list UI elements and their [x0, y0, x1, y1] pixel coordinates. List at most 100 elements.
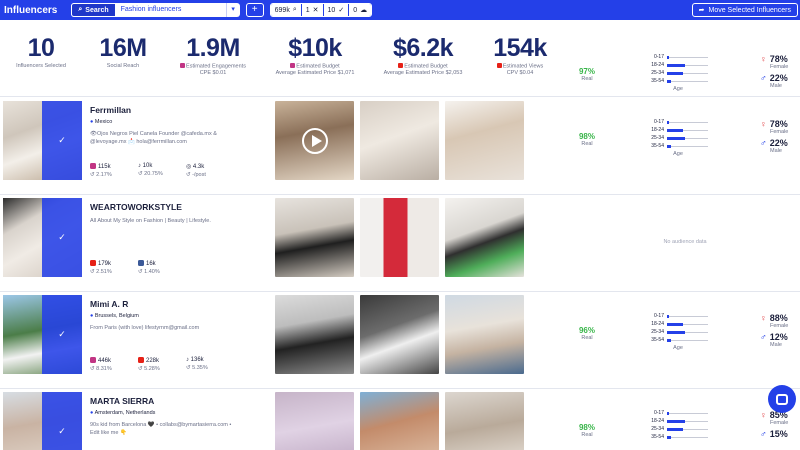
- stat-views: 154k Estimated Views CPV $0.04: [493, 34, 547, 76]
- female-icon: ♀: [760, 54, 767, 64]
- post-thumbnail[interactable]: [445, 101, 524, 180]
- age-distribution: 0-17 18-24 25-34 35-54: [648, 409, 708, 441]
- cloud-count[interactable]: 0 ☁: [349, 4, 372, 16]
- real-audience: 96% Real: [578, 326, 595, 341]
- chat-button[interactable]: [768, 385, 796, 413]
- male-icon: ♂: [760, 332, 767, 342]
- stat-engagements: 1.9M Estimated Engagements CPE $0.01: [172, 35, 254, 76]
- influencer-row[interactable]: ✓ WEARTOWORKSTYLE All About My Style on …: [0, 195, 800, 292]
- location: ● Brussels, Belgium: [90, 313, 139, 319]
- instagram-icon: [290, 63, 296, 68]
- instagram-icon: [90, 357, 96, 363]
- engagement-icon: ↺: [138, 171, 143, 177]
- age-fill: [667, 63, 686, 67]
- avatar[interactable]: ✓: [3, 295, 82, 374]
- selected-check-icon[interactable]: ✓: [42, 295, 82, 374]
- chat-icon: [776, 393, 788, 405]
- engagement-icon: ↺: [90, 172, 95, 178]
- avatar[interactable]: ✓: [3, 392, 82, 450]
- age-fill: [667, 128, 684, 132]
- age-fill: [667, 71, 684, 75]
- social-metrics: 446k ↺ 8.31% 228k ↺ 5.28% ♪ 136k ↺ 5.35%: [90, 357, 234, 372]
- age-distribution: 0-17 18-24 25-34 35-54 Age: [648, 53, 708, 92]
- search-icon: ⌕: [292, 6, 297, 13]
- age-fill: [667, 419, 686, 423]
- post-thumbnail[interactable]: [275, 198, 354, 277]
- metric-facebook: 16k ↺ 1.40%: [138, 260, 160, 275]
- influencer-name[interactable]: Ferrmillan: [90, 105, 131, 115]
- influencer-row[interactable]: ✓ Mimi A. R ● Brussels, Belgium From Par…: [0, 292, 800, 389]
- age-fill: [667, 136, 686, 140]
- stat-budget-instagram: $10k Estimated Budget Average Estimated …: [275, 34, 355, 76]
- bio: 90s kid from Barcelona 🖤 • collabs@bymar…: [90, 422, 232, 436]
- post-thumbnail-video[interactable]: [275, 101, 354, 180]
- engagement-icon: ↺: [186, 365, 191, 371]
- stat-reach: 16M Social Reach: [99, 34, 147, 69]
- real-audience: 98% Real: [578, 132, 595, 147]
- social-metrics: 115k ↺ 2.17% ♪ 10k ↺ 20.75% ◎ 4.3k ↺ -/post: [90, 163, 234, 178]
- gender-split: ♀ 88% Female ♂ 12% Male: [760, 313, 789, 348]
- selected-count[interactable]: 1 ✕: [301, 4, 324, 16]
- youtube-icon: [398, 63, 404, 68]
- post-thumbnail[interactable]: [360, 101, 439, 180]
- close-icon: ✕: [312, 7, 319, 14]
- age-fill: [667, 435, 672, 439]
- selected-check-icon[interactable]: ✓: [42, 101, 82, 180]
- age-fill: [667, 338, 672, 342]
- age-fill: [667, 120, 670, 124]
- age-fill: [667, 314, 670, 318]
- instagram-icon: [180, 63, 186, 68]
- avatar[interactable]: ✓: [3, 198, 82, 277]
- engagement-icon: ↺: [138, 269, 143, 275]
- search-input[interactable]: Fashion influencers: [116, 3, 226, 17]
- add-search-button[interactable]: +: [245, 3, 264, 17]
- app-title: Influencers: [4, 4, 58, 16]
- move-selected-button[interactable]: ➦ Move Selected Influencers: [691, 3, 798, 17]
- selected-check-icon[interactable]: ✓: [42, 392, 82, 450]
- female-icon: ♀: [760, 313, 767, 323]
- age-fill: [667, 79, 672, 83]
- page-size-select[interactable]: 10 ✓: [323, 4, 350, 16]
- post-thumbnail[interactable]: [445, 392, 524, 450]
- gender-split: ♀ 78% Female ♂ 22% Male: [760, 119, 789, 154]
- post-thumbnail[interactable]: [445, 198, 524, 277]
- post-thumbnail[interactable]: [275, 392, 354, 450]
- male-icon: ♂: [760, 73, 767, 83]
- age-fill: [667, 411, 670, 415]
- gender-split: ♀ 85% Female ♂ 15%: [760, 410, 789, 439]
- gender-split: ♀ 78% Female ♂ 22% Male: [760, 54, 789, 89]
- metric-views: ◎ 4.3k ↺ -/post: [186, 164, 206, 178]
- metric-instagram: 115k ↺ 2.17%: [90, 163, 112, 178]
- post-thumbnail[interactable]: [275, 295, 354, 374]
- influencer-name[interactable]: WEARTOWORKSTYLE: [90, 202, 182, 212]
- age-fill: [667, 144, 672, 148]
- location: ● Mexico: [90, 119, 113, 125]
- engagement-icon: ↺: [90, 366, 95, 372]
- influencer-row[interactable]: ✓ MARTA SIERRA ● Amsterdam, Netherlands …: [0, 389, 800, 450]
- cloud-icon: ☁: [360, 7, 368, 14]
- search-group: ⌕ Search Fashion influencers ▾: [71, 3, 240, 17]
- location: ● Amsterdam, Netherlands: [90, 410, 156, 416]
- female-icon: ♀: [760, 410, 767, 420]
- search-button[interactable]: ⌕ Search: [71, 3, 116, 17]
- post-thumbnail[interactable]: [360, 295, 439, 374]
- result-count[interactable]: 699k ⌕: [270, 4, 302, 16]
- influencer-name[interactable]: Mimi A. R: [90, 299, 128, 309]
- selected-check-icon[interactable]: ✓: [42, 198, 82, 277]
- search-icon: ⌕: [78, 6, 83, 13]
- chevron-down-icon: ▾: [231, 6, 235, 13]
- youtube-icon: [496, 63, 502, 68]
- influencer-name[interactable]: MARTA SIERRA: [90, 396, 154, 406]
- youtube-icon: [138, 357, 144, 363]
- top-bar: Influencers ⌕ Search Fashion influencers…: [0, 0, 800, 20]
- male-icon: ♂: [760, 429, 767, 439]
- real-audience: 98% Real: [578, 423, 595, 438]
- post-thumbnail[interactable]: [360, 392, 439, 450]
- play-icon[interactable]: [302, 128, 328, 154]
- search-dropdown-toggle[interactable]: ▾: [225, 3, 240, 17]
- post-thumbnail[interactable]: [445, 295, 524, 374]
- influencer-row[interactable]: ✓ Ferrmillan ● Mexico 👁Ojos Negros Piel …: [0, 98, 800, 195]
- post-thumbnail[interactable]: [360, 198, 439, 277]
- pin-icon: ●: [90, 119, 94, 125]
- avatar[interactable]: ✓: [3, 101, 82, 180]
